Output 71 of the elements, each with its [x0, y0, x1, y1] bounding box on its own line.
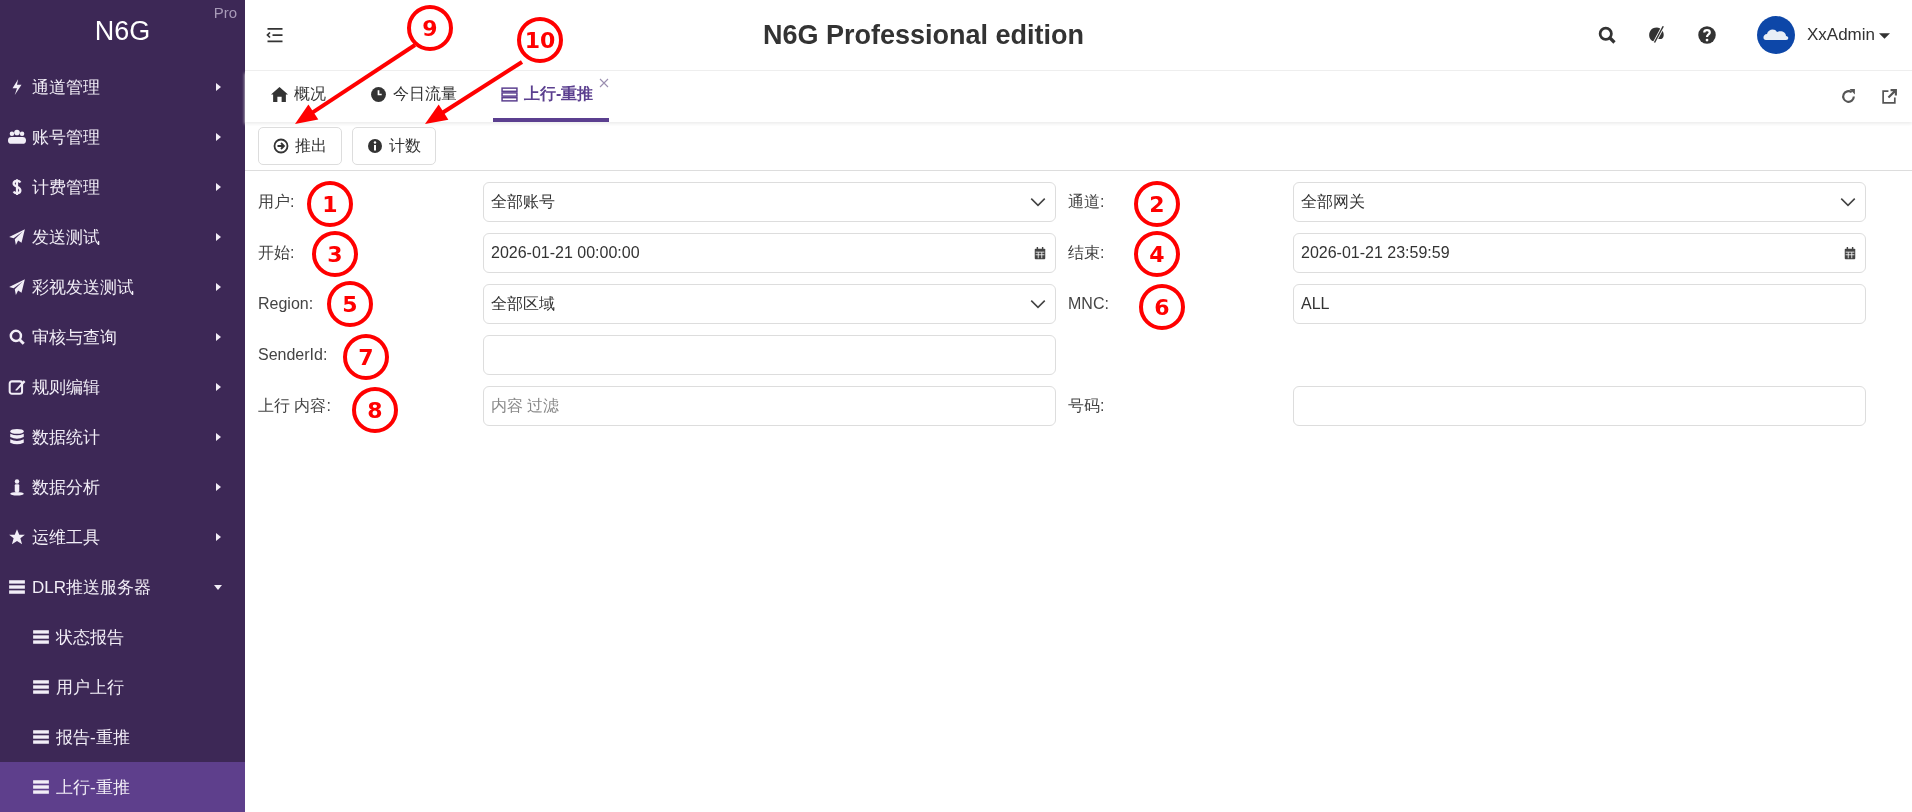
refresh-icon[interactable]: [1840, 88, 1857, 105]
server-icon: [32, 678, 50, 696]
edition-label: Pro: [213, 4, 237, 21]
caret-icon: [213, 332, 223, 342]
dropdown[interactable]: 全部区域: [483, 284, 1056, 324]
caret-icon: [213, 82, 223, 92]
field-label: 通道:: [1068, 191, 1105, 212]
server-icon: [501, 86, 518, 103]
dropdown[interactable]: 全部网关: [1293, 182, 1866, 222]
user-menu[interactable]: XxAdmin: [1806, 25, 1875, 45]
sidebar-item[interactable]: 审核与查询: [0, 312, 245, 362]
field-label: 开始:: [258, 242, 295, 263]
sidebar-item[interactable]: 彩视发送测试: [0, 262, 245, 312]
caret-icon: [213, 282, 223, 292]
caret-icon: [213, 482, 223, 492]
caret-icon: [213, 532, 223, 542]
home-icon: [271, 86, 288, 103]
input-field[interactable]: [1293, 386, 1866, 426]
sidebar-subitem[interactable]: 上行-重推: [0, 762, 245, 812]
sidebar-item[interactable]: 数据分析: [0, 462, 245, 512]
arrow-circle-icon: [273, 138, 289, 154]
field-label: 上行 内容:: [258, 395, 331, 416]
server-icon: [32, 628, 50, 646]
sidebar-item[interactable]: 通道管理: [0, 62, 245, 112]
field-label: SenderId:: [258, 346, 328, 364]
sidebar-item[interactable]: 规则编辑: [0, 362, 245, 412]
field-label: 用户:: [258, 191, 295, 212]
sidebar-item[interactable]: 数据统计: [0, 412, 245, 462]
field-label: Region:: [258, 295, 314, 313]
caret-icon: [213, 432, 223, 442]
calendar-icon: [1843, 246, 1857, 260]
palette-icon[interactable]: [1646, 25, 1667, 45]
tab[interactable]: 上行-重推: [493, 71, 610, 122]
tab[interactable]: 今日流量: [362, 71, 465, 122]
date-field[interactable]: 2026-01-21 00:00:00: [483, 233, 1056, 273]
sidebar-item[interactable]: 账号管理: [0, 112, 245, 162]
date-field[interactable]: 2026-01-21 23:59:59: [1293, 233, 1866, 273]
dropdown[interactable]: 全部账号: [483, 182, 1056, 222]
sidebar-item[interactable]: 计费管理: [0, 162, 245, 212]
help-icon[interactable]: [1696, 25, 1717, 45]
field-label: 号码:: [1068, 395, 1105, 416]
caret-icon: [213, 582, 223, 592]
search-icon[interactable]: [1596, 25, 1617, 45]
server-icon: [32, 728, 50, 746]
sidebar-subitem[interactable]: 用户上行: [0, 662, 245, 712]
close-icon[interactable]: [599, 78, 610, 88]
input-field[interactable]: ALL: [1293, 284, 1866, 324]
input-field[interactable]: 内容 过滤: [483, 386, 1056, 426]
brand-logo: N6G: [94, 15, 151, 47]
tab[interactable]: 概况: [263, 71, 334, 122]
sidebar-subitem[interactable]: 报告-重推: [0, 712, 245, 762]
app-title: N6G Professional edition: [763, 19, 1085, 51]
info-icon: [367, 138, 383, 154]
input-field[interactable]: [483, 335, 1056, 375]
calendar-icon: [1033, 246, 1047, 260]
field-label: MNC:: [1068, 295, 1109, 313]
caret-icon: [213, 382, 223, 392]
caret-icon: [213, 182, 223, 192]
sidebar-item[interactable]: 发送测试: [0, 212, 245, 262]
count-button[interactable]: 计数: [352, 127, 436, 165]
sidebar-subitem[interactable]: 状态报告: [0, 612, 245, 662]
avatar-icon[interactable]: [1756, 16, 1795, 54]
clock-icon: [370, 86, 387, 103]
server-icon: [32, 778, 50, 796]
export-button[interactable]: 推出: [258, 127, 342, 165]
sidebar-item[interactable]: 运维工具: [0, 512, 245, 562]
caret-icon: [213, 232, 223, 242]
sidebar-item[interactable]: DLR推送服务器: [0, 562, 245, 612]
caret-icon: [213, 132, 223, 142]
field-label: 结束:: [1068, 242, 1105, 263]
external-link-icon[interactable]: [1881, 88, 1898, 105]
